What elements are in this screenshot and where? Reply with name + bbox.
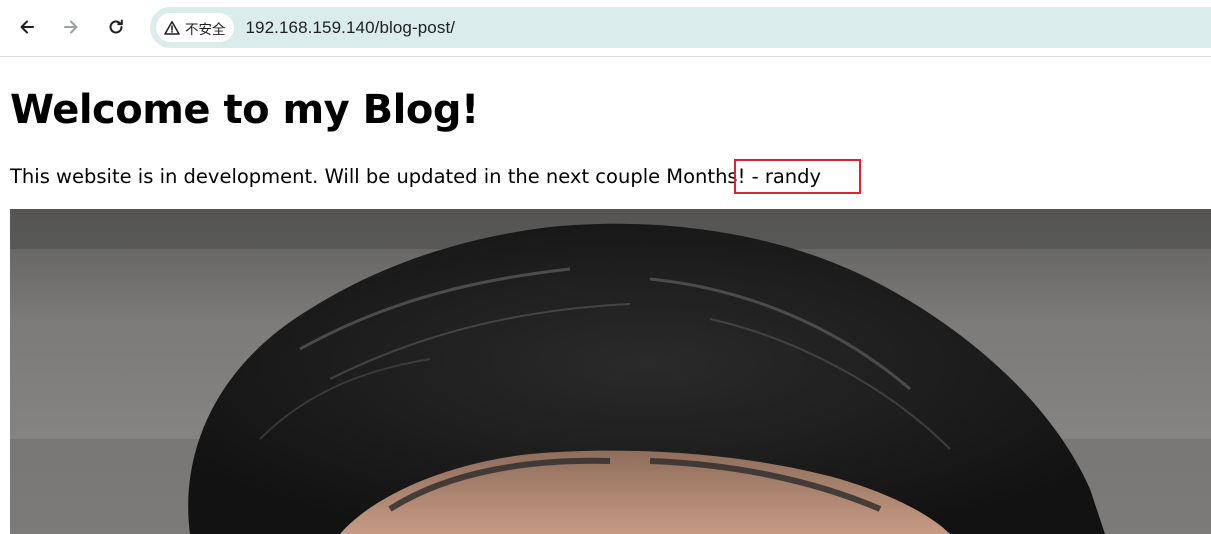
portrait-photo [10,209,1211,534]
address-bar[interactable]: 不安全 192.168.159.140/blog-post/ [150,7,1211,48]
arrow-left-icon [20,20,34,34]
page-title: Welcome to my Blog! [10,87,479,133]
warning-triangle-icon [164,20,180,35]
portrait-illustration [10,209,1211,534]
page-content: Welcome to my Blog! This website is in d… [10,57,1211,534]
forward-button[interactable] [54,10,88,44]
reload-icon [109,19,123,34]
url-text[interactable]: 192.168.159.140/blog-post/ [246,18,456,38]
development-notice: This website is in development. Will be … [10,165,822,188]
back-button[interactable] [10,10,44,44]
reload-button[interactable] [99,10,133,44]
security-label: 不安全 [185,21,226,38]
author-highlight-box [734,159,861,194]
browser-toolbar: 不安全 192.168.159.140/blog-post/ [0,0,1211,57]
arrow-right-icon [64,20,78,34]
security-indicator[interactable]: 不安全 [156,13,234,42]
